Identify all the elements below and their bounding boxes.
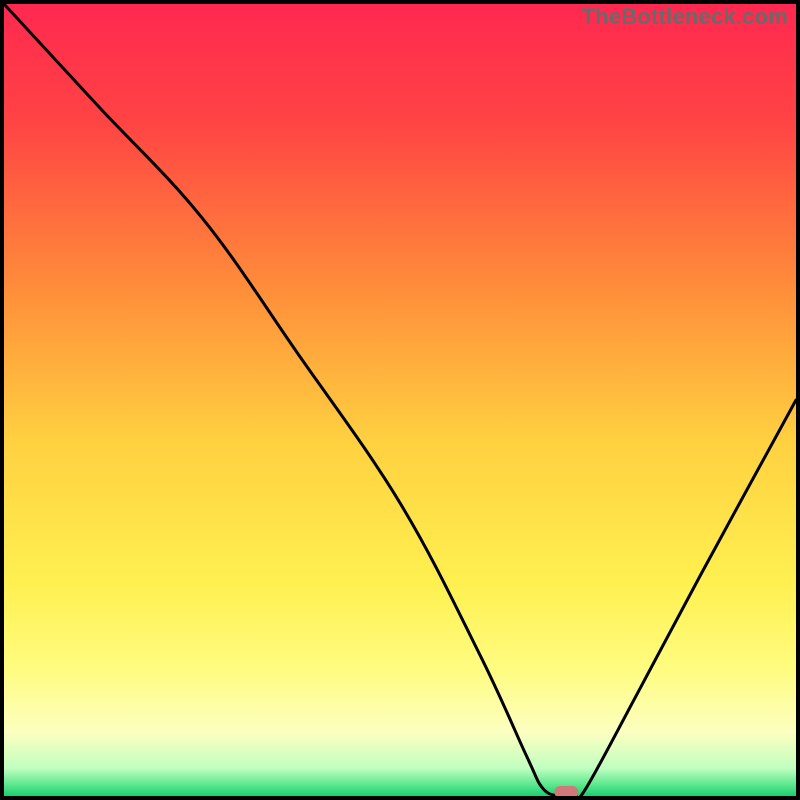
bottleneck-chart: TheBottleneck.com	[0, 0, 800, 800]
watermark-text: TheBottleneck.com	[582, 4, 788, 30]
chart-plot-surface	[0, 0, 800, 800]
gradient-background	[4, 4, 796, 796]
